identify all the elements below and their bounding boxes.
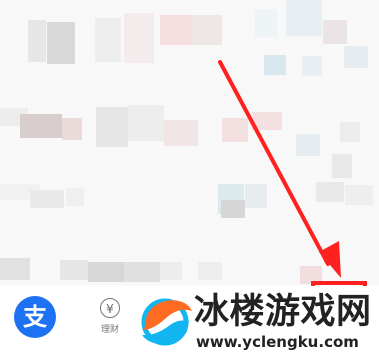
mosaic-block xyxy=(332,154,352,178)
mosaic-block xyxy=(60,260,88,280)
mosaic-block xyxy=(88,262,124,282)
mosaic-block xyxy=(124,13,154,63)
mosaic-block xyxy=(0,258,30,280)
mosaic-block xyxy=(221,200,245,218)
mosaic-block xyxy=(252,112,282,130)
mosaic-block xyxy=(198,262,222,280)
mosaic-block xyxy=(164,120,198,146)
mosaic-block xyxy=(323,20,347,44)
watermark-title: 冰楼游戏网 xyxy=(194,292,372,332)
mosaic-block xyxy=(96,107,128,147)
mosaic-block xyxy=(345,185,373,205)
currency-coin-icon: ¥ xyxy=(100,298,120,318)
tab-licai-label: 理财 xyxy=(100,325,119,335)
mosaic-block xyxy=(264,55,286,75)
mosaic-block xyxy=(340,122,360,142)
mosaic-block xyxy=(316,182,344,202)
mosaic-block xyxy=(95,18,121,62)
mosaic-block xyxy=(124,262,160,282)
screenshot-page: 支 ¥ 理财 冰楼游戏网 www.yclengku.com xyxy=(0,0,379,354)
mosaic-block xyxy=(344,46,368,68)
mosaic-block xyxy=(28,20,46,62)
mosaic-block xyxy=(47,22,75,64)
mosaic-block xyxy=(160,15,192,45)
alipay-tab-label: 支 xyxy=(23,303,47,331)
tab-licai[interactable]: ¥ 理财 xyxy=(90,296,130,348)
mosaic-block xyxy=(302,56,322,76)
mosaic-block xyxy=(286,0,322,36)
mosaic-block xyxy=(128,105,164,141)
blurred-app-content xyxy=(0,0,379,285)
mosaic-block xyxy=(245,184,267,208)
mosaic-block xyxy=(66,188,84,206)
mosaic-block xyxy=(30,190,64,208)
mosaic-block xyxy=(296,134,320,156)
licai-icon-glyph: ¥ xyxy=(106,302,114,316)
mosaic-block xyxy=(222,118,248,142)
mosaic-block xyxy=(160,262,182,280)
alipay-logo-icon[interactable]: 支 xyxy=(14,296,56,338)
watermark-url: www.yclengku.com xyxy=(196,333,359,351)
mosaic-block xyxy=(255,9,277,37)
site-watermark: 冰楼游戏网 www.yclengku.com xyxy=(134,286,379,354)
mosaic-block xyxy=(192,15,222,45)
swirl-logo-icon xyxy=(141,298,192,346)
mosaic-block xyxy=(20,114,62,138)
mosaic-block xyxy=(62,118,82,140)
